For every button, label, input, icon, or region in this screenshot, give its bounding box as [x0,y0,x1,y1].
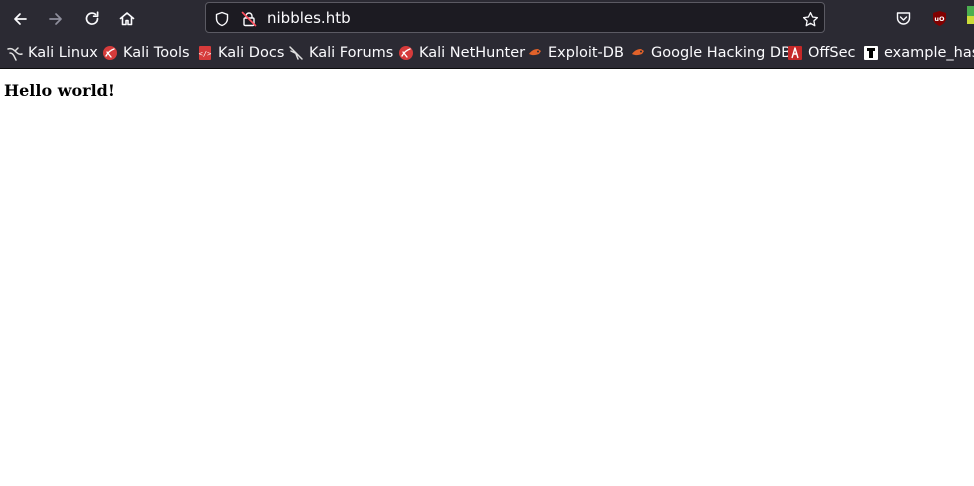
reload-icon [83,10,101,28]
url-text[interactable]: nibbles.htb [267,9,351,27]
page-content: Hello world! [0,69,974,486]
bookmark-label: Kali Docs [218,45,285,61]
bookmark-label: Kali Linux [28,45,98,61]
insecure-lock-icon[interactable] [240,10,258,28]
kali-forums-icon [288,45,304,61]
navigation-toolbar: nibbles.htb uO [0,0,974,38]
kali-tools-icon [102,45,118,61]
pocket-icon[interactable] [894,9,912,27]
arrow-left-icon [11,10,29,28]
bookmark-exploit-db[interactable]: Exploit-DB [527,38,624,68]
svg-text:uO: uO [934,15,945,23]
back-button[interactable] [5,4,35,34]
home-icon [118,10,136,28]
bookmark-kali-nethunter[interactable]: Kali NetHunter [398,38,525,68]
bookmark-kali-forums[interactable]: Kali Forums [288,38,393,68]
ghdb-icon [630,45,646,61]
bookmark-offsec[interactable]: OffSec [787,38,856,68]
svg-text:</>: </> [199,50,212,58]
bookmark-kali-docs[interactable]: </> Kali Docs [197,38,285,68]
bookmark-label: example_hash [884,45,974,61]
offsec-icon [787,45,803,61]
hash-icon [863,45,879,61]
extension-icon[interactable] [965,4,974,26]
bookmark-kali-linux[interactable]: Kali Linux [7,38,98,68]
hello-text: Hello world! [4,81,115,100]
bookmark-label: Kali NetHunter [419,45,526,61]
bookmark-example-hash[interactable]: example_hash [863,38,974,68]
bookmark-google-hacking-db[interactable]: Google Hacking DB [630,38,791,68]
kali-docs-icon: </> [197,45,213,61]
star-icon[interactable] [801,10,819,28]
bookmark-label: OffSec [808,45,856,61]
forward-button[interactable] [41,4,71,34]
arrow-right-icon [47,10,65,28]
ublock-origin-icon[interactable]: uO [930,9,948,27]
bookmark-label: Kali Tools [123,45,190,61]
bookmarks-toolbar: Kali Linux Kali Tools </> Kali Docs Kali… [0,38,974,69]
tracking-shield-icon[interactable] [213,10,231,28]
kali-dragon-icon [7,45,23,61]
reload-button[interactable] [77,4,107,34]
exploit-db-icon [527,45,543,61]
browser-window: nibbles.htb uO Kali Linux Kali Tools </>… [0,0,974,486]
url-bar[interactable]: nibbles.htb [205,2,825,33]
bookmark-label: Exploit-DB [548,45,624,61]
bookmark-label: Kali Forums [309,45,394,61]
home-button[interactable] [112,4,142,34]
bookmark-kali-tools[interactable]: Kali Tools [102,38,190,68]
bookmark-label: Google Hacking DB [651,45,792,61]
kali-nethunter-icon [398,45,414,61]
